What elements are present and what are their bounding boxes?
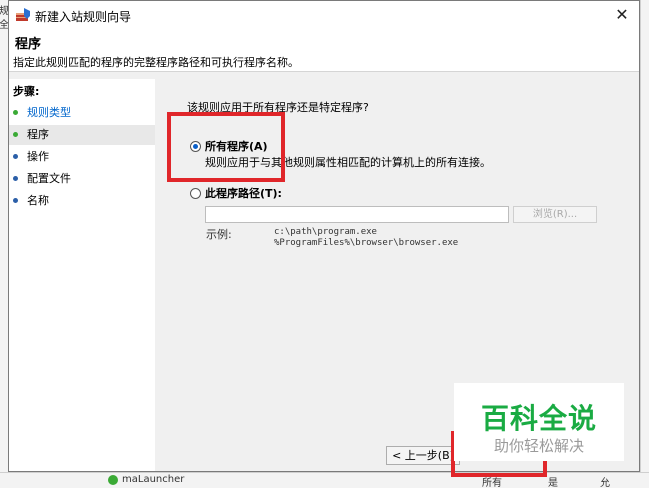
close-button[interactable]: ✕	[607, 3, 637, 27]
step-item-profile: 配置文件	[9, 169, 155, 189]
step-item-rule-type[interactable]: 规则类型	[9, 103, 155, 123]
step-item-action: 操作	[9, 147, 155, 167]
example-path: %ProgramFiles%\browser\browser.exe	[274, 238, 459, 248]
step-label: 配置文件	[27, 172, 71, 185]
step-label: 操作	[27, 150, 49, 163]
example-label: 示例:	[206, 228, 232, 241]
background-list-row: maLauncher 所有 是 允	[0, 472, 649, 489]
step-done-icon	[13, 110, 18, 115]
step-pending-icon	[13, 198, 18, 203]
step-item-name: 名称	[9, 191, 155, 211]
program-path-radio[interactable]	[190, 188, 201, 199]
browse-button[interactable]: 浏览(R)...	[513, 206, 597, 223]
step-item-program[interactable]: 程序	[9, 125, 155, 145]
step-current-icon	[13, 132, 18, 137]
firewall-app-icon	[16, 8, 30, 21]
step-label: 名称	[27, 194, 49, 207]
step-label: 规则类型	[27, 106, 71, 119]
program-path-label[interactable]: 此程序路径(T):	[205, 185, 282, 201]
program-path-input[interactable]	[205, 206, 509, 223]
watermark-subtitle: 助你轻松解决	[493, 437, 584, 455]
step-pending-icon	[13, 154, 18, 159]
highlight-annotation-box	[167, 112, 285, 182]
back-button[interactable]: < 上一步(B)	[386, 446, 460, 465]
close-icon: ✕	[615, 5, 629, 24]
example-path: c:\path\program.exe	[274, 227, 377, 237]
wizard-header: 程序 指定此规则匹配的程序的完整程序路径和可执行程序名称。	[9, 29, 639, 72]
watermark-title: 百科全说	[480, 402, 597, 435]
steps-title: 步骤:	[13, 85, 40, 98]
step-pending-icon	[13, 176, 18, 181]
title-bar[interactable]: 新建入站规则向导 ✕	[9, 1, 639, 29]
background-window-right	[640, 0, 649, 487]
step-label: 程序	[27, 128, 49, 141]
page-title: 程序	[15, 37, 42, 52]
status-icon	[108, 475, 118, 485]
page-description: 指定此规则匹配的程序的完整程序路径和可执行程序名称。	[13, 56, 299, 69]
steps-panel: 步骤: 规则类型 程序 操作 配置文件 名称	[9, 79, 155, 471]
background-row-name: maLauncher	[122, 474, 185, 485]
window-title: 新建入站规则向导	[35, 10, 132, 24]
watermark: 百科全说 助你轻松解决	[454, 383, 624, 461]
